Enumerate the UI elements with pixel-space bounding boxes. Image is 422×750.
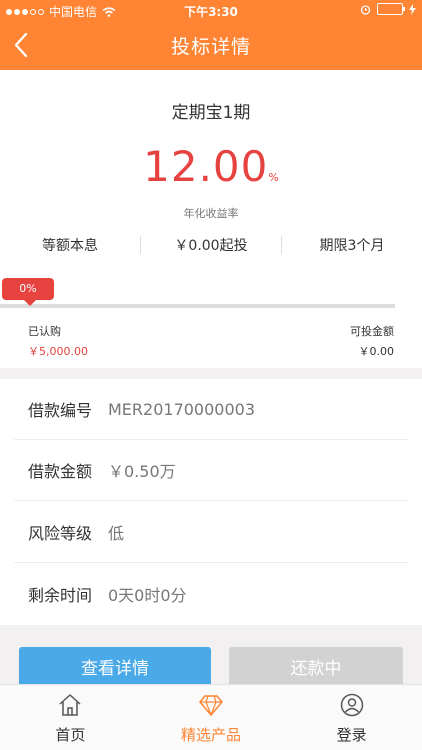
status-bar: 中国电信 下午3:30 xyxy=(0,0,422,20)
product-stats: 等额本息 ￥0.00起投 期限3个月 xyxy=(0,230,422,260)
detail-key: 风险等级 xyxy=(28,524,93,543)
available-value: ￥0.00 xyxy=(358,345,395,358)
page-title: 投标详情 xyxy=(170,36,251,58)
detail-key: 剩余时间 xyxy=(28,585,93,605)
annual-rate: 12.00% xyxy=(0,142,422,191)
repayment-method: 等额本息 xyxy=(42,238,98,254)
tab-home[interactable]: 首页 xyxy=(0,685,141,750)
detail-value: MER20170000003 xyxy=(108,399,256,419)
tab-featured-products[interactable]: 精选产品 xyxy=(141,685,282,750)
progress-track xyxy=(0,304,395,308)
charging-icon xyxy=(409,3,416,15)
tab-bar: 首页 精选产品 登录 xyxy=(0,684,422,750)
detail-row-loan-number: 借款编号 MER20170000003 xyxy=(14,379,408,440)
detail-row-risk-level: 风险等级 低 xyxy=(14,502,408,563)
detail-value: ￥0.50万 xyxy=(108,462,176,481)
available-label: 可投金额 xyxy=(350,325,394,338)
detail-key: 借款金额 xyxy=(28,462,93,481)
subscribed-value: ￥5,000.00 xyxy=(28,345,88,358)
product-summary: 定期宝1期 12.00% 年化收益率 等额本息 ￥0.00起投 期限3个月 0%… xyxy=(0,70,422,368)
rate-unit: % xyxy=(268,171,279,184)
detail-value: 0天0时0分 xyxy=(108,585,187,605)
tab-label: 精选产品 xyxy=(181,726,242,744)
status-right xyxy=(360,3,416,15)
user-icon xyxy=(340,693,363,717)
subscribed-info: 已认购 ￥5,000.00 xyxy=(28,323,148,363)
alarm-icon xyxy=(360,4,371,15)
detail-row-time-left: 剩余时间 0天0时0分 xyxy=(14,563,408,624)
loan-details: 借款编号 MER20170000003 借款金额 ￥0.50万 风险等级 低 剩… xyxy=(0,379,422,625)
tab-login[interactable]: 登录 xyxy=(281,685,422,750)
detail-value: 低 xyxy=(108,524,125,543)
detail-key: 借款编号 xyxy=(28,401,93,420)
rate-label: 年化收益率 xyxy=(183,207,239,220)
min-invest: ￥0.00起投 xyxy=(174,238,248,254)
status-time: 下午3:30 xyxy=(184,5,238,19)
rate-value: 12.00 xyxy=(143,142,269,191)
nav-bar: 投标详情 xyxy=(0,20,422,70)
home-icon xyxy=(59,694,81,716)
available-info: 可投金额 ￥0.00 xyxy=(274,323,394,363)
diamond-icon xyxy=(199,695,223,717)
term: 期限3个月 xyxy=(319,238,385,254)
product-name: 定期宝1期 xyxy=(171,103,251,123)
progress-badge: 0% xyxy=(2,278,54,306)
battery-icon xyxy=(377,3,405,15)
detail-row-loan-amount: 借款金额 ￥0.50万 xyxy=(14,440,408,501)
tab-label: 登录 xyxy=(336,726,367,744)
tab-label: 首页 xyxy=(55,726,86,744)
subscribed-label: 已认购 xyxy=(28,325,61,338)
